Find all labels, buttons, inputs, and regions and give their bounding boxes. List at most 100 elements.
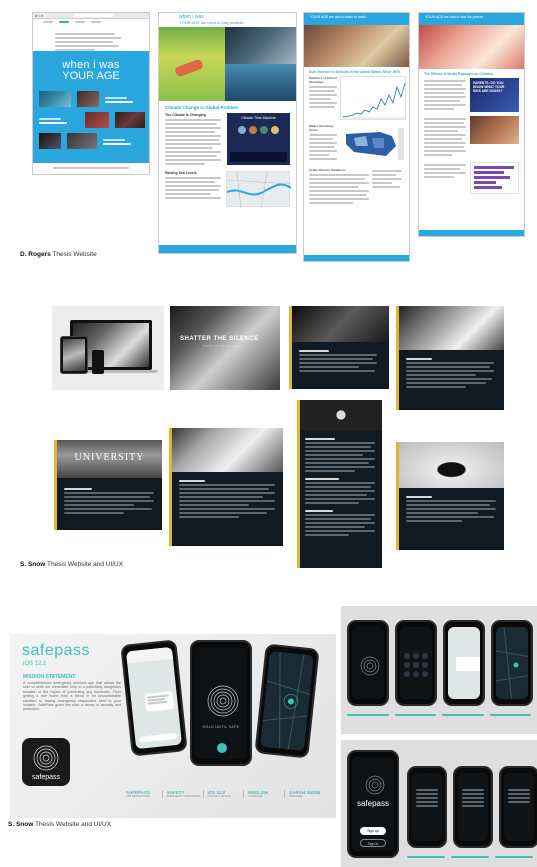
- phone-screen-map: [491, 620, 533, 706]
- phone-screen-settings: [407, 766, 447, 848]
- footer-item-sub: EMERGENCY ASSISTANCE: [166, 795, 201, 798]
- hero-blue-area: when i was YOUR AGE: [33, 51, 149, 165]
- fingerprint-icon: [33, 745, 59, 771]
- hero-collage: [159, 27, 296, 101]
- phone-screen-keypad: [395, 620, 437, 706]
- phone-screen-login: safepass Sign up Sign In: [347, 750, 399, 858]
- mission-body: A comprehensive emergency services app t…: [23, 681, 121, 712]
- mission-title: MISSION STATEMENT:: [23, 674, 77, 680]
- rogers-home-page: when i was YOUR AGE: [32, 12, 150, 175]
- browser-bar: [33, 13, 149, 19]
- keypad-key[interactable]: [413, 671, 419, 677]
- safepass-screens-top: [341, 606, 537, 734]
- ios-version: iOS 12.2: [23, 661, 47, 667]
- caption-author: S. Snow: [20, 561, 46, 568]
- parents-banner[interactable]: PARENTS: DO YOU KNOW WHAT YOUR KIDS ARE …: [470, 78, 519, 112]
- phone-screen-contacts: [453, 766, 493, 848]
- sign-up-button[interactable]: Sign up: [360, 827, 386, 835]
- fingerprint-icon[interactable]: [195, 681, 247, 721]
- footer-strip: [33, 163, 149, 174]
- login-brand: safepass: [356, 799, 390, 808]
- caption-author: S. Snow: [8, 821, 34, 828]
- hold-until-safe-text: HOLD UNTIL SAFE: [202, 725, 240, 729]
- sub-title: Statistics of School Shootings: [309, 76, 337, 84]
- climate-option-icon[interactable]: [260, 126, 268, 134]
- sea-level-map[interactable]: [226, 171, 292, 209]
- phone-screen-profile: [499, 766, 537, 848]
- footer-item: iOS 12.0 IPHONE X DESIGN: [208, 790, 245, 798]
- keypad-key[interactable]: [404, 662, 410, 668]
- footer-item-sub: DESIGNER: [289, 795, 303, 798]
- caption-snow-ux: S. Snow Thesis Website and UI/UX: [8, 821, 111, 828]
- snow-page-hands: [289, 306, 389, 389]
- footer-item-sub: IPHONE X DESIGN: [207, 795, 231, 798]
- thumbnail-image[interactable]: [115, 112, 145, 128]
- child-photo: [470, 116, 519, 144]
- app-icon-label: safepass: [31, 774, 61, 781]
- header-title: YOUR AGE we had to dial the phone!: [425, 15, 484, 19]
- hero-photo: [304, 25, 409, 67]
- emergency-button[interactable]: [217, 743, 227, 753]
- university-text: UNIVERSITY: [74, 452, 145, 463]
- caption-snow-website: S. Snow Thesis Website and UI/UX: [20, 561, 123, 568]
- thumbnail-image[interactable]: [67, 133, 97, 149]
- bar-chart[interactable]: [469, 162, 519, 194]
- us-map-chart[interactable]: [340, 124, 406, 164]
- keypad-key[interactable]: [422, 653, 428, 659]
- tablet-mockup: [60, 336, 88, 374]
- climate-option-icon[interactable]: [271, 126, 279, 134]
- address-bar[interactable]: [73, 14, 113, 17]
- phone-map: [254, 643, 320, 759]
- caption-author: D. Rogers: [20, 251, 51, 258]
- page-header: when i was YOUR AGE we used to play outs…: [159, 13, 296, 27]
- browser-dot-icon: [41, 15, 43, 17]
- section-safepass: safepass iOS 12.2 MISSION STATEMENT: A c…: [0, 600, 537, 867]
- thumbnail-image[interactable]: [39, 91, 71, 107]
- footer-item-sub: LANGUAGE: [248, 795, 263, 798]
- section-rogers: when i was YOUR AGE when i was YOUR AGE …: [0, 0, 537, 270]
- thumbnail-image[interactable]: [85, 112, 109, 128]
- fingerprint-icon: [365, 775, 385, 795]
- keypad-key[interactable]: [422, 671, 428, 677]
- thumbnail-image[interactable]: [39, 133, 61, 149]
- page-footer: [159, 245, 296, 253]
- keypad-key[interactable]: [413, 662, 419, 668]
- line-chart[interactable]: [340, 76, 406, 120]
- footer-item: SARAH SNOW DESIGNER: [289, 790, 332, 798]
- keypad-key[interactable]: [422, 662, 428, 668]
- thumbnail-image[interactable]: [77, 91, 99, 107]
- phone-fingerprint: HOLD UNTIL SAFE: [190, 640, 252, 766]
- climate-option-icon[interactable]: [249, 126, 257, 134]
- brand-title: safepass: [22, 642, 91, 659]
- map-graphic: [496, 627, 528, 699]
- footer-item: SAFETY EMERGENCY ASSISTANCE: [167, 790, 204, 798]
- keypad-key[interactable]: [404, 671, 410, 677]
- hero-text: SHATTER THE SILENCE: [180, 336, 259, 342]
- footer-item-sub: APP DESIGN DONE: [126, 795, 151, 798]
- snow-page-sitting: [396, 442, 504, 550]
- page-footer: [419, 230, 524, 236]
- snow-page-university: UNIVERSITY: [54, 440, 162, 530]
- snow-page-shh: [169, 428, 283, 546]
- map-graphic: [226, 171, 292, 209]
- section-title: Gun Violence in Schools in the United St…: [309, 70, 400, 74]
- card-title: Climate Time Machine: [241, 116, 276, 120]
- devices-mockup: [52, 306, 164, 390]
- keypad-key[interactable]: [404, 653, 410, 659]
- line-chart-graphic: [342, 82, 406, 119]
- fingerprint-icon: [360, 656, 380, 676]
- header-title-line2: YOUR AGE we used to play outside!: [179, 20, 244, 25]
- phone-chat: [120, 639, 188, 757]
- sub-title: The Climate is Changing: [165, 113, 206, 117]
- sign-in-button[interactable]: Sign In: [360, 839, 386, 847]
- climate-time-machine-card[interactable]: Climate Time Machine: [227, 113, 290, 165]
- app-icon[interactable]: safepass: [22, 738, 70, 786]
- poster-footer: SAFEPASS APP DESIGN DONE SAFETY EMERGENC…: [126, 790, 332, 798]
- caption-text: Thesis Website and UI/UX: [45, 561, 124, 568]
- snow-page-hallway: [396, 306, 504, 410]
- footer-item: ENGLISH LANGUAGE: [248, 790, 286, 798]
- climate-option-icon[interactable]: [238, 126, 246, 134]
- keypad-key[interactable]: [413, 653, 419, 659]
- page-header: YOUR AGE we had to learn to read!: [304, 13, 409, 25]
- section-title: Climate Change is Global Problem: [165, 105, 239, 110]
